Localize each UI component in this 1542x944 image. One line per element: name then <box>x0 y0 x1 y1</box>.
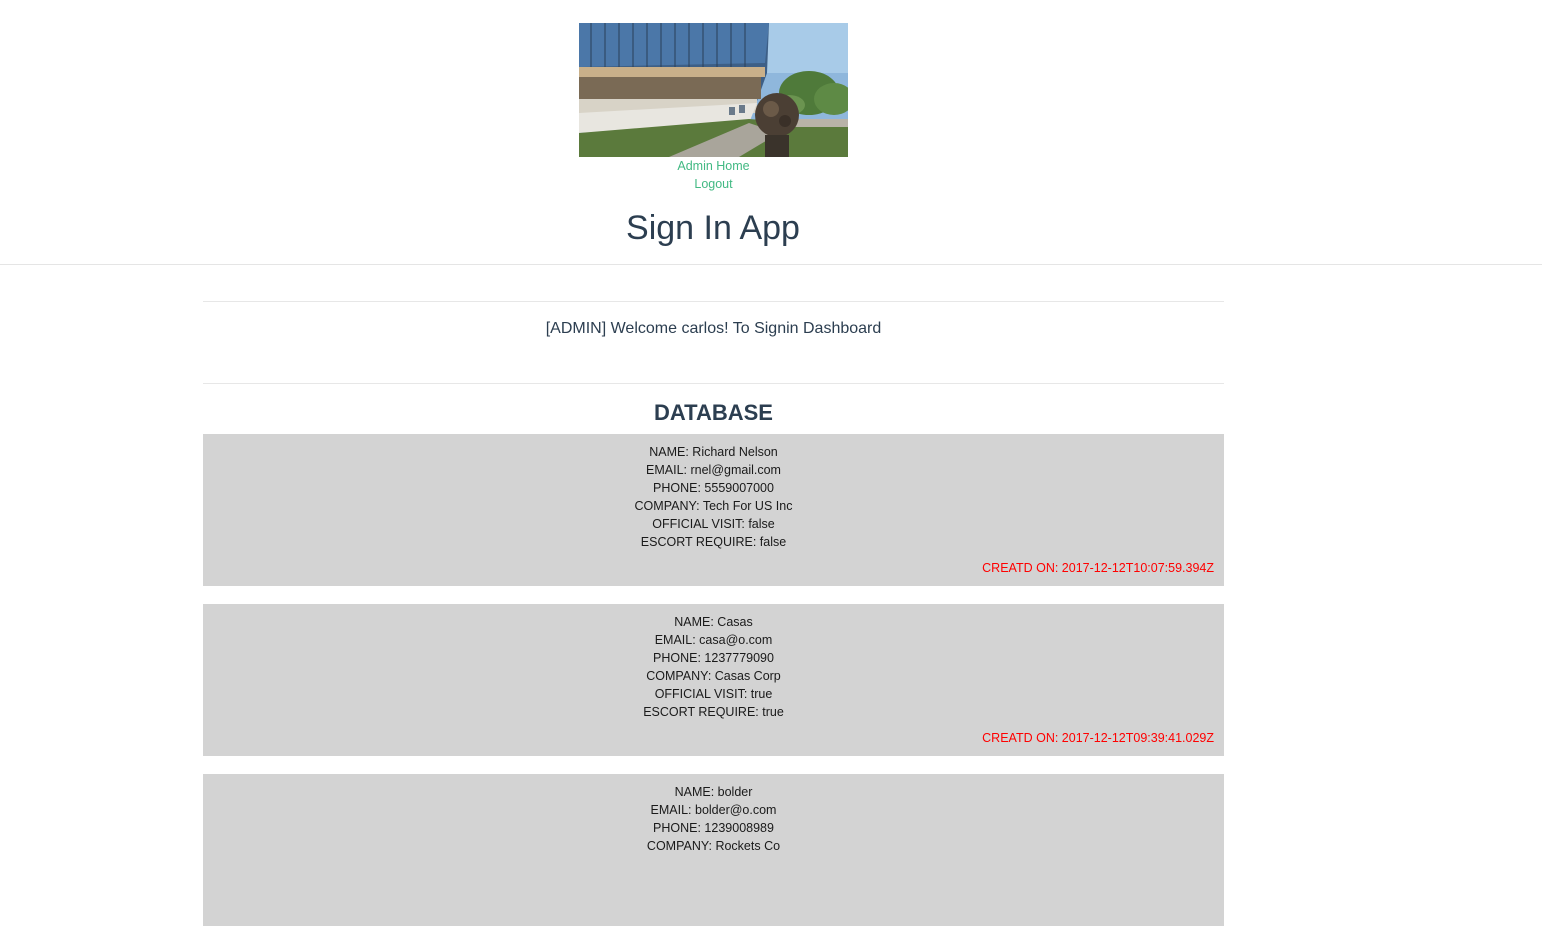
nav-logout-link[interactable]: Logout <box>579 176 848 192</box>
record-name: NAME: Casas <box>674 615 753 629</box>
hero-image <box>579 23 848 157</box>
record-phone: PHONE: 1237779090 <box>653 651 774 665</box>
nav-admin-home-link[interactable]: Admin Home <box>579 158 848 174</box>
record-escort-require: ESCORT REQUIRE: true <box>643 705 784 719</box>
record-name: NAME: Richard Nelson <box>649 445 778 459</box>
welcome-message: [ADMIN] Welcome carlos! To Signin Dashbo… <box>545 320 882 337</box>
record-created-on: CREATD ON: 2017-12-12T10:07:59.394Z <box>982 561 1214 575</box>
record-company: COMPANY: Tech For US Inc <box>634 499 793 513</box>
page-title: Sign In App <box>626 209 800 247</box>
main-content: [ADMIN] Welcome carlos! To Signin Dashbo… <box>203 301 1224 944</box>
page-header: Admin Home Logout Sign In App <box>0 0 1542 265</box>
record-company: COMPANY: Casas Corp <box>646 669 781 683</box>
record-official-visit: OFFICIAL VISIT: true <box>654 687 773 701</box>
record-email: EMAIL: casa@o.com <box>654 633 773 647</box>
record-name: NAME: bolder <box>674 785 753 799</box>
record-phone: PHONE: 1239008989 <box>653 821 774 835</box>
visitor-record: NAME: bolder EMAIL: bolder@o.com PHONE: … <box>203 774 1224 926</box>
database-heading: DATABASE <box>654 400 773 425</box>
record-email: EMAIL: bolder@o.com <box>650 803 777 817</box>
record-escort-require: ESCORT REQUIRE: false <box>640 535 787 549</box>
visitor-record: NAME: Casas EMAIL: casa@o.com PHONE: 123… <box>203 604 1224 756</box>
visitor-record: NAME: Richard Nelson EMAIL: rnel@gmail.c… <box>203 434 1224 586</box>
record-company: COMPANY: Rockets Co <box>646 839 781 853</box>
record-official-visit: OFFICIAL VISIT: false <box>652 517 775 531</box>
record-email: EMAIL: rnel@gmail.com <box>646 463 781 477</box>
record-phone: PHONE: 5559007000 <box>653 481 774 495</box>
record-created-on: CREATD ON: 2017-12-12T09:39:41.029Z <box>982 731 1214 745</box>
